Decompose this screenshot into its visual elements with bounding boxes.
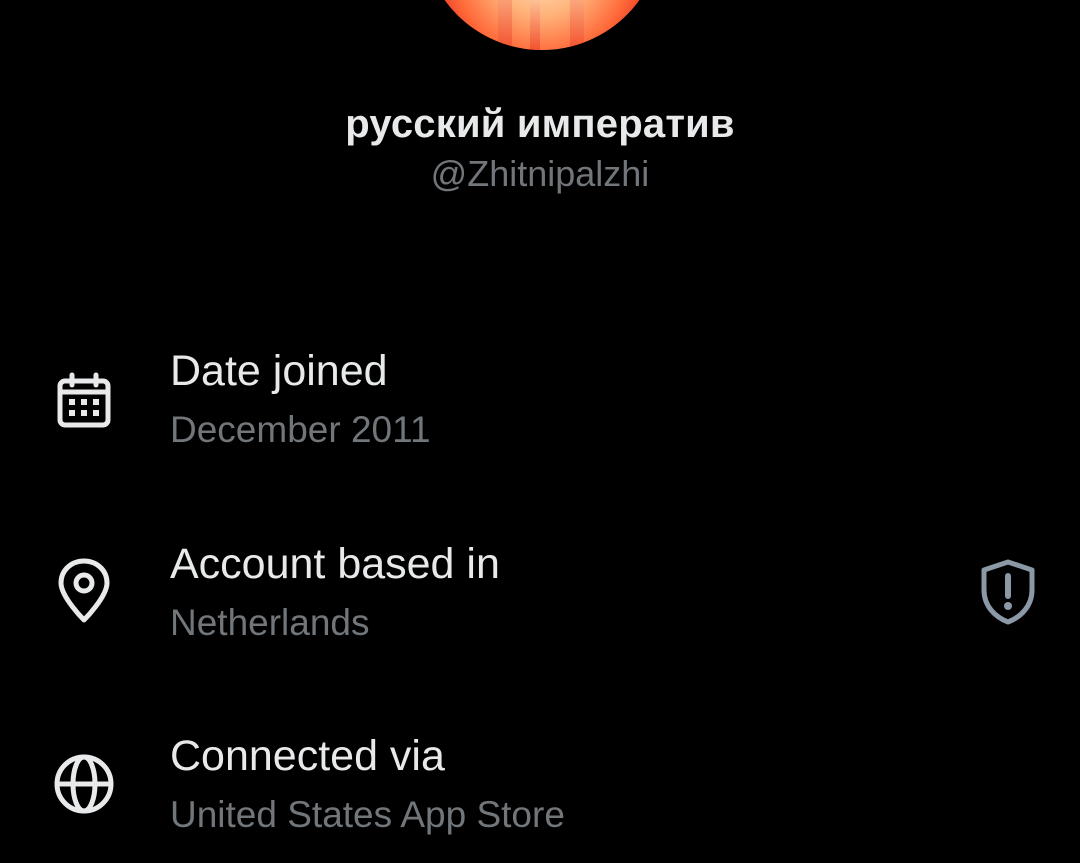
globe-icon — [54, 754, 114, 814]
connected-via-value: United States App Store — [170, 794, 565, 835]
profile-display-name: русский императив — [345, 102, 735, 146]
location-pin-icon — [58, 558, 110, 623]
shield-alert-icon[interactable] — [972, 556, 1044, 628]
account-based-in-value: Netherlands — [170, 602, 370, 643]
profile-avatar[interactable] — [422, 0, 662, 50]
about-this-account-screen: русский императив @Zhitnipalzhi Date joi… — [0, 0, 1080, 863]
date-joined-row: Date joined December 2011 — [0, 345, 1080, 495]
date-joined-label: Date joined — [170, 347, 388, 395]
account-based-in-row: Account based in Netherlands — [0, 538, 1080, 688]
calendar-icon — [57, 372, 111, 428]
connected-via-row: Connected via United States App Store — [0, 730, 1080, 863]
date-joined-value: December 2011 — [170, 409, 431, 450]
connected-via-label: Connected via — [170, 732, 445, 780]
account-based-in-label: Account based in — [170, 540, 500, 588]
profile-handle: @Zhitnipalzhi — [430, 153, 650, 194]
